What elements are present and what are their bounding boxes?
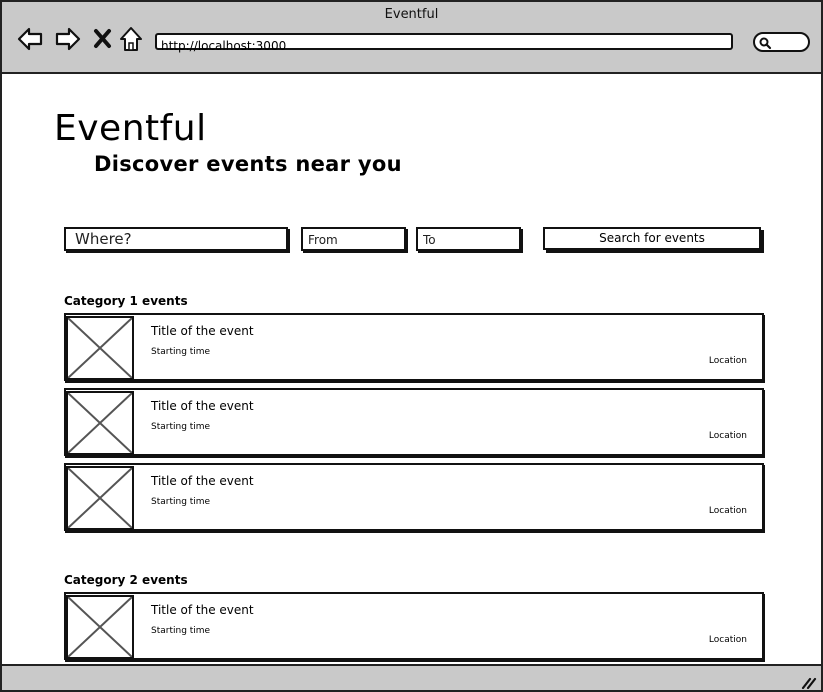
image-placeholder-icon: [68, 468, 132, 528]
event-start-time: Starting time: [151, 347, 211, 357]
event-start-time: Starting time: [151, 422, 211, 432]
home-icon[interactable]: [118, 25, 146, 53]
to-date-field[interactable]: [416, 227, 521, 251]
page-title: Eventful: [54, 108, 207, 149]
back-arrow-icon[interactable]: [16, 25, 44, 53]
browser-toolbar: Eventful: [2, 2, 821, 74]
page-content: Eventful Discover events near you Search…: [2, 74, 821, 664]
forward-arrow-icon[interactable]: [54, 25, 82, 53]
status-bar: [2, 664, 821, 690]
from-date-input[interactable]: [303, 230, 404, 250]
event-location: Location: [708, 431, 747, 441]
event-location: Location: [708, 356, 747, 366]
window-title: Eventful: [384, 7, 439, 22]
browser-window: Eventful http://localhost:3000 Eventful …: [0, 0, 823, 692]
event-title[interactable]: Title of the event: [151, 603, 254, 617]
event-list-category-2: Title of the event Starting time Locatio…: [64, 592, 764, 664]
url-input[interactable]: [157, 40, 721, 53]
close-icon[interactable]: [92, 25, 120, 53]
from-date-field[interactable]: [301, 227, 406, 251]
event-card[interactable]: Title of the event Starting time Locatio…: [64, 388, 764, 456]
image-placeholder-icon: [68, 393, 132, 453]
category-heading: Category 1 events: [64, 294, 188, 308]
event-card[interactable]: Title of the event Starting time Locatio…: [64, 463, 764, 531]
search-events-button[interactable]: Search for events: [543, 227, 761, 250]
event-image-placeholder: [66, 316, 134, 380]
event-location: Location: [708, 506, 747, 516]
event-card[interactable]: Title of the event Starting time Locatio…: [64, 592, 764, 660]
event-title[interactable]: Title of the event: [151, 474, 254, 488]
category-heading: Category 2 events: [64, 573, 188, 587]
address-bar[interactable]: [155, 33, 733, 53]
event-image-placeholder: [66, 391, 134, 455]
page-subtitle: Discover events near you: [94, 152, 402, 176]
event-card[interactable]: Title of the event Starting time Locatio…: [64, 313, 764, 381]
event-start-time: Starting time: [151, 497, 211, 507]
where-field[interactable]: [64, 227, 288, 251]
search-icon: [759, 37, 772, 50]
resize-grip-icon[interactable]: [801, 675, 817, 689]
event-image-placeholder: [66, 466, 134, 530]
event-image-placeholder: [66, 595, 134, 659]
event-list-category-1: Title of the event Starting time Locatio…: [64, 313, 764, 538]
event-location: Location: [708, 635, 747, 645]
image-placeholder-icon: [68, 597, 132, 657]
event-start-time: Starting time: [151, 626, 211, 636]
image-placeholder-icon: [68, 318, 132, 378]
event-title[interactable]: Title of the event: [151, 324, 254, 338]
to-date-input[interactable]: [418, 230, 519, 250]
event-title[interactable]: Title of the event: [151, 399, 254, 413]
browser-search-box[interactable]: [753, 32, 810, 52]
where-input[interactable]: [66, 229, 286, 249]
